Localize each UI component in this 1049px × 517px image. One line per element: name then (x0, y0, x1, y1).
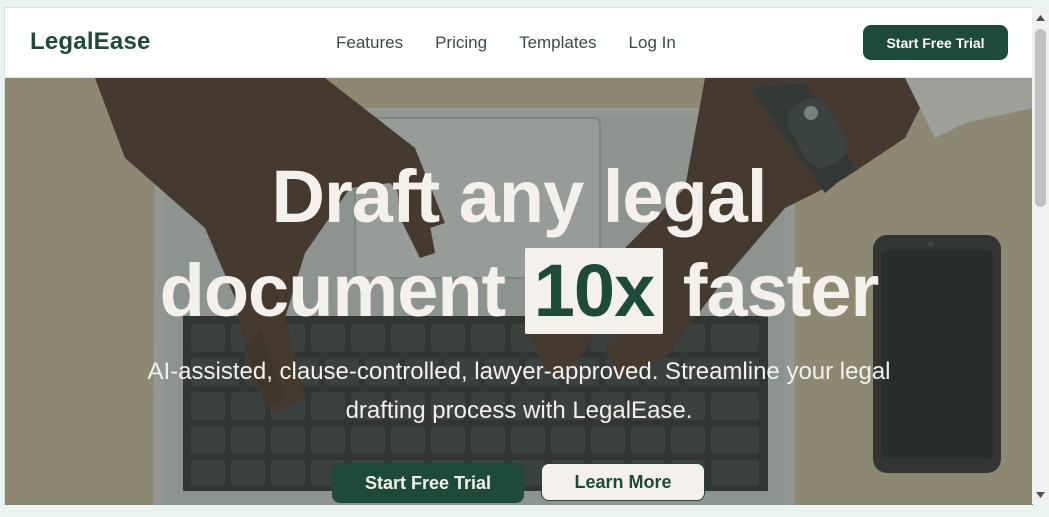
triangle-up-icon[interactable] (1035, 13, 1046, 23)
hero-subtitle: AI-assisted, clause-controlled, lawyer-a… (147, 358, 891, 424)
nav-link-features[interactable]: Features (336, 33, 403, 53)
hero-headline: Draft any legal document 10x faster (5, 150, 1033, 338)
scrollbar-thumb[interactable] (1035, 29, 1046, 207)
brand-logo[interactable]: LegalEase (30, 28, 151, 56)
hero-headline-highlight: 10x (524, 248, 664, 334)
hero-headline-word-faster: faster (682, 249, 880, 332)
hero-headline-word-document: document (159, 249, 507, 332)
nav-link-login[interactable]: Log In (629, 33, 676, 53)
hero-section: Draft any legal document 10x faster AI-a… (5, 78, 1033, 505)
hero-headline-line-2: document 10x faster (5, 244, 1033, 338)
triangle-down-icon[interactable] (1035, 490, 1046, 500)
page-scrollbar[interactable] (1032, 7, 1049, 504)
header-start-trial-button[interactable]: Start Free Trial (863, 25, 1008, 60)
nav-link-pricing[interactable]: Pricing (435, 33, 487, 53)
browser-viewport: LegalEase Features Pricing Templates Log… (4, 7, 1033, 505)
hero-learn-more-button[interactable]: Learn More (541, 463, 705, 501)
hero-start-trial-button[interactable]: Start Free Trial (332, 463, 524, 503)
main-nav: Features Pricing Templates Log In (336, 33, 676, 53)
hero-headline-line-1: Draft any legal (271, 155, 768, 238)
nav-link-templates[interactable]: Templates (519, 33, 596, 53)
site-header: LegalEase Features Pricing Templates Log… (5, 8, 1033, 78)
